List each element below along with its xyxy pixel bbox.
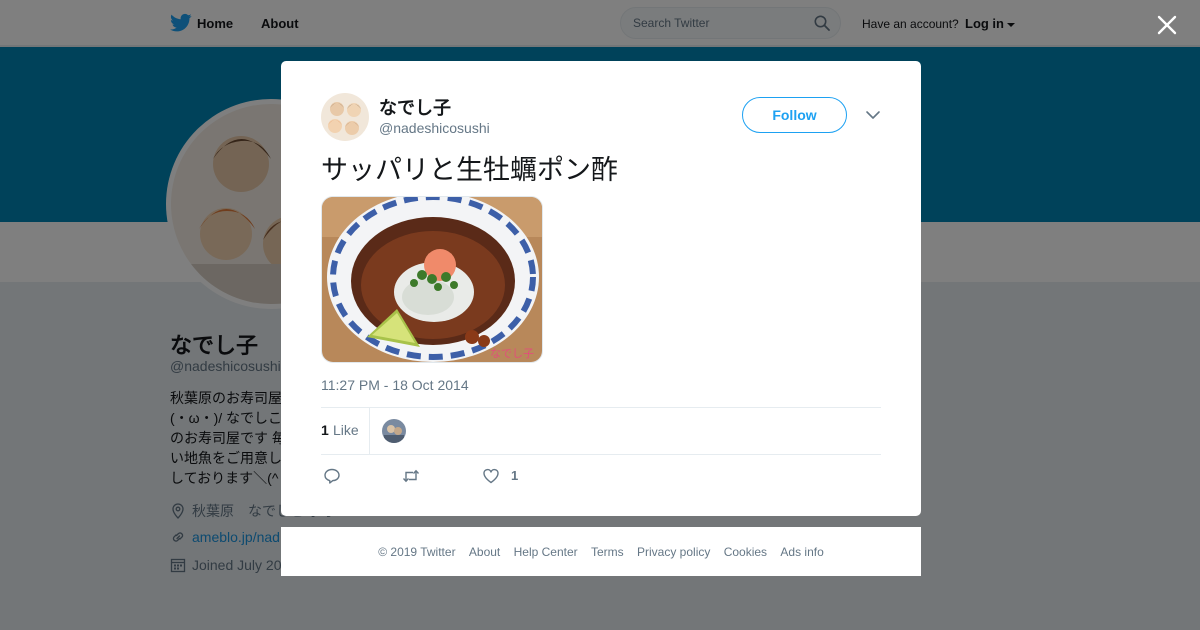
tweet-photo[interactable]: なでし子 bbox=[321, 196, 543, 363]
tweet-author-name[interactable]: なでし子 bbox=[379, 94, 451, 120]
footer: © 2019 Twitter About Help Center Terms P… bbox=[281, 527, 921, 576]
like-stat-label: Like bbox=[333, 422, 359, 438]
oyster-ponzu-photo: なでし子 bbox=[322, 197, 542, 362]
reply-button[interactable] bbox=[323, 467, 341, 485]
tweet-text: サッパリと生牡蠣ポン酢 bbox=[321, 155, 618, 185]
retweet-icon bbox=[402, 469, 420, 483]
like-stat-count: 1 bbox=[321, 422, 329, 438]
heart-icon bbox=[483, 468, 499, 484]
tweet-author-handle[interactable]: @nadeshicosushi bbox=[379, 120, 490, 136]
follow-button[interactable]: Follow bbox=[742, 97, 847, 133]
like-action-count: 1 bbox=[511, 468, 519, 483]
svg-text:なでし子: なでし子 bbox=[490, 347, 534, 360]
reply-icon bbox=[324, 468, 340, 484]
retweet-button[interactable] bbox=[402, 467, 420, 485]
footer-links: © 2019 Twitter About Help Center Terms P… bbox=[281, 545, 921, 559]
tweet-timestamp[interactable]: 11:27 PM - 18 Oct 2014 bbox=[321, 377, 469, 393]
chevron-down-icon[interactable] bbox=[865, 109, 881, 121]
divider bbox=[369, 408, 370, 454]
footer-copyright: © 2019 Twitter bbox=[378, 545, 456, 559]
footer-help-center-link[interactable]: Help Center bbox=[514, 545, 578, 559]
liker-avatar[interactable] bbox=[382, 419, 406, 443]
avatar-illustration bbox=[321, 93, 369, 141]
footer-about-link[interactable]: About bbox=[469, 545, 500, 559]
avatar-illustration bbox=[382, 419, 406, 443]
footer-privacy-link[interactable]: Privacy policy bbox=[637, 545, 710, 559]
divider bbox=[321, 454, 881, 455]
like-button[interactable]: 1 bbox=[482, 467, 522, 485]
close-icon[interactable] bbox=[1155, 13, 1179, 37]
footer-terms-link[interactable]: Terms bbox=[591, 545, 624, 559]
divider bbox=[321, 407, 881, 408]
footer-cookies-link[interactable]: Cookies bbox=[724, 545, 767, 559]
tweet-author-avatar[interactable] bbox=[321, 93, 369, 141]
tweet-modal: なでし子 @nadeshicosushi Follow サッパリと生牡蠣ポン酢 … bbox=[281, 61, 921, 516]
footer-ads-info-link[interactable]: Ads info bbox=[780, 545, 823, 559]
